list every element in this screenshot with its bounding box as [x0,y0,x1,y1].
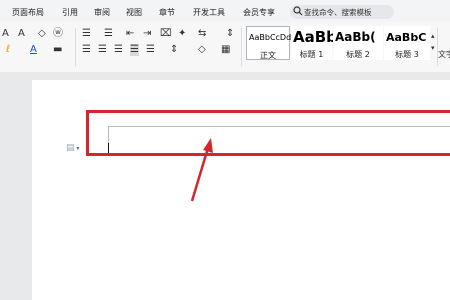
red-arrow-annotation [190,138,213,202]
